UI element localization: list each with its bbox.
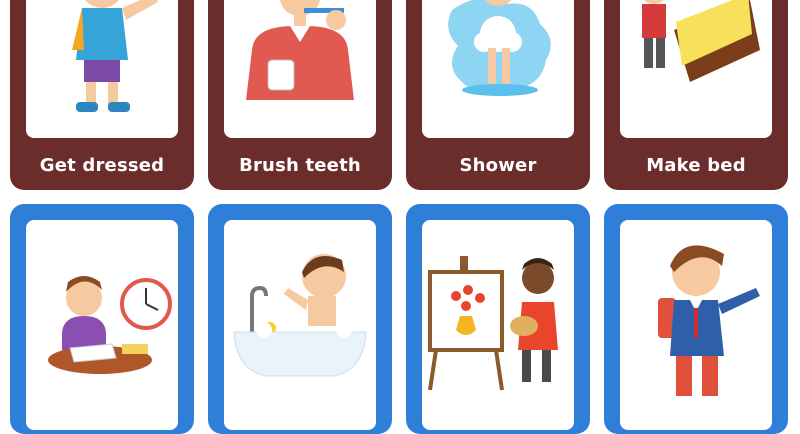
card-label: Brush teeth bbox=[239, 154, 361, 176]
card-make-bed[interactable]: Make bed bbox=[604, 0, 788, 190]
card-image-frame bbox=[620, 0, 772, 138]
card-image-frame bbox=[224, 220, 376, 430]
boy-in-bathtub-icon bbox=[233, 254, 367, 377]
card-image-frame bbox=[26, 220, 178, 430]
card-image-frame bbox=[422, 0, 574, 138]
girl-showering-icon bbox=[448, 0, 551, 96]
boy-painting-icon bbox=[428, 256, 558, 391]
boy-making-bed-icon bbox=[642, 0, 760, 82]
card-image-frame bbox=[224, 0, 376, 138]
card-image-frame bbox=[422, 220, 574, 430]
man-brushing-teeth-icon bbox=[246, 0, 354, 100]
boy-dressing-icon bbox=[72, 0, 158, 112]
card-label: Get dressed bbox=[39, 154, 165, 176]
boy-doing-homework-icon bbox=[48, 276, 172, 374]
card-label: Shower bbox=[459, 154, 537, 176]
card-brush-teeth[interactable]: Brush teeth bbox=[208, 0, 392, 190]
card-image-frame bbox=[620, 220, 772, 430]
card-label: Make bed bbox=[646, 154, 746, 176]
card-shower[interactable]: Shower bbox=[406, 0, 590, 190]
boy-going-to-school-icon bbox=[658, 245, 760, 396]
card-image-frame bbox=[26, 0, 178, 138]
card-get-dressed[interactable]: Get dressed bbox=[10, 0, 194, 190]
